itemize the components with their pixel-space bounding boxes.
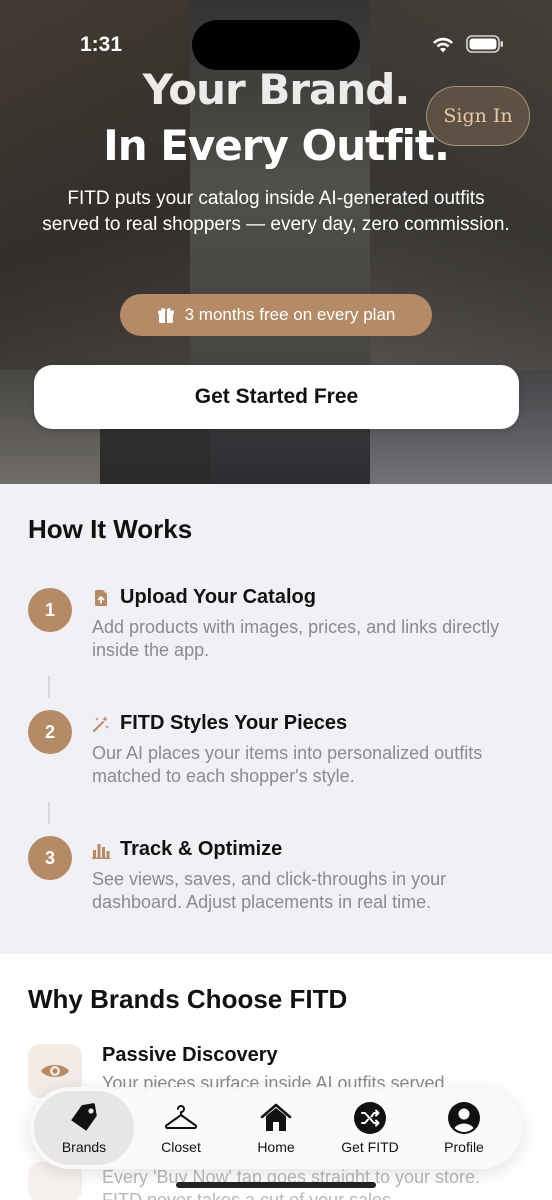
step-title: FITD Styles Your Pieces — [120, 712, 348, 734]
step-connector — [48, 802, 50, 824]
how-it-works-section: How It Works 1 Upload Your Catalog Add p… — [0, 484, 552, 954]
eye-icon — [41, 1065, 69, 1077]
tab-label: Profile — [444, 1139, 484, 1155]
tab-label: Brands — [61, 1139, 107, 1155]
step-title: Track & Optimize — [120, 838, 283, 860]
step-description: See views, saves, and click-throughs in … — [92, 869, 447, 912]
shuffle-icon — [354, 1102, 386, 1134]
battery-icon — [466, 35, 503, 53]
step-connector — [48, 676, 50, 698]
tag-icon — [71, 1103, 97, 1131]
promo-badge: 3 months free on every plan — [120, 294, 432, 336]
tab-brands[interactable]: Brands — [34, 1091, 134, 1165]
tab-profile[interactable]: Profile — [414, 1091, 514, 1165]
hero-section: 1:31 Your Brand. In Every Outfit. Sign I… — [0, 0, 552, 484]
tab-label: Home — [257, 1139, 295, 1155]
profile-icon — [448, 1102, 480, 1134]
gift-icon — [157, 308, 174, 323]
tab-bar: Brands Closet Home Get FITD Profile — [30, 1087, 522, 1169]
bar-chart-icon — [92, 843, 110, 859]
get-started-button[interactable]: Get Started Free — [34, 365, 519, 429]
home-indicator — [176, 1182, 376, 1188]
wifi-icon — [433, 37, 453, 53]
home-icon — [260, 1103, 292, 1131]
step-description: Add products with images, prices, and li… — [92, 617, 500, 660]
sparkle-wand-icon — [93, 715, 109, 732]
status-time: 1:31 — [80, 33, 123, 56]
tab-get-fitd[interactable]: Get FITD — [320, 1091, 420, 1165]
tab-label: Get FITD — [341, 1139, 399, 1155]
step-number: 2 — [28, 710, 72, 754]
upload-doc-icon — [95, 589, 107, 606]
tab-label: Closet — [161, 1139, 201, 1155]
how-it-works-title: How It Works — [28, 514, 193, 544]
step-number: 3 — [28, 836, 72, 880]
step-title: Upload Your Catalog — [120, 586, 316, 608]
why-brands-title: Why Brands Choose FITD — [28, 984, 348, 1014]
hanger-icon — [164, 1105, 198, 1130]
step-description: Our AI places your items into personaliz… — [92, 743, 483, 786]
step-number: 1 — [28, 588, 72, 632]
tab-closet[interactable]: Closet — [131, 1091, 231, 1165]
hero-subtitle: FITD puts your catalog inside AI-generat… — [42, 188, 510, 235]
promo-text: 3 months free on every plan — [184, 305, 396, 324]
tab-home[interactable]: Home — [226, 1091, 326, 1165]
why-item-title: Passive Discovery — [102, 1044, 278, 1066]
sign-in-button[interactable]: Sign In — [426, 86, 530, 146]
